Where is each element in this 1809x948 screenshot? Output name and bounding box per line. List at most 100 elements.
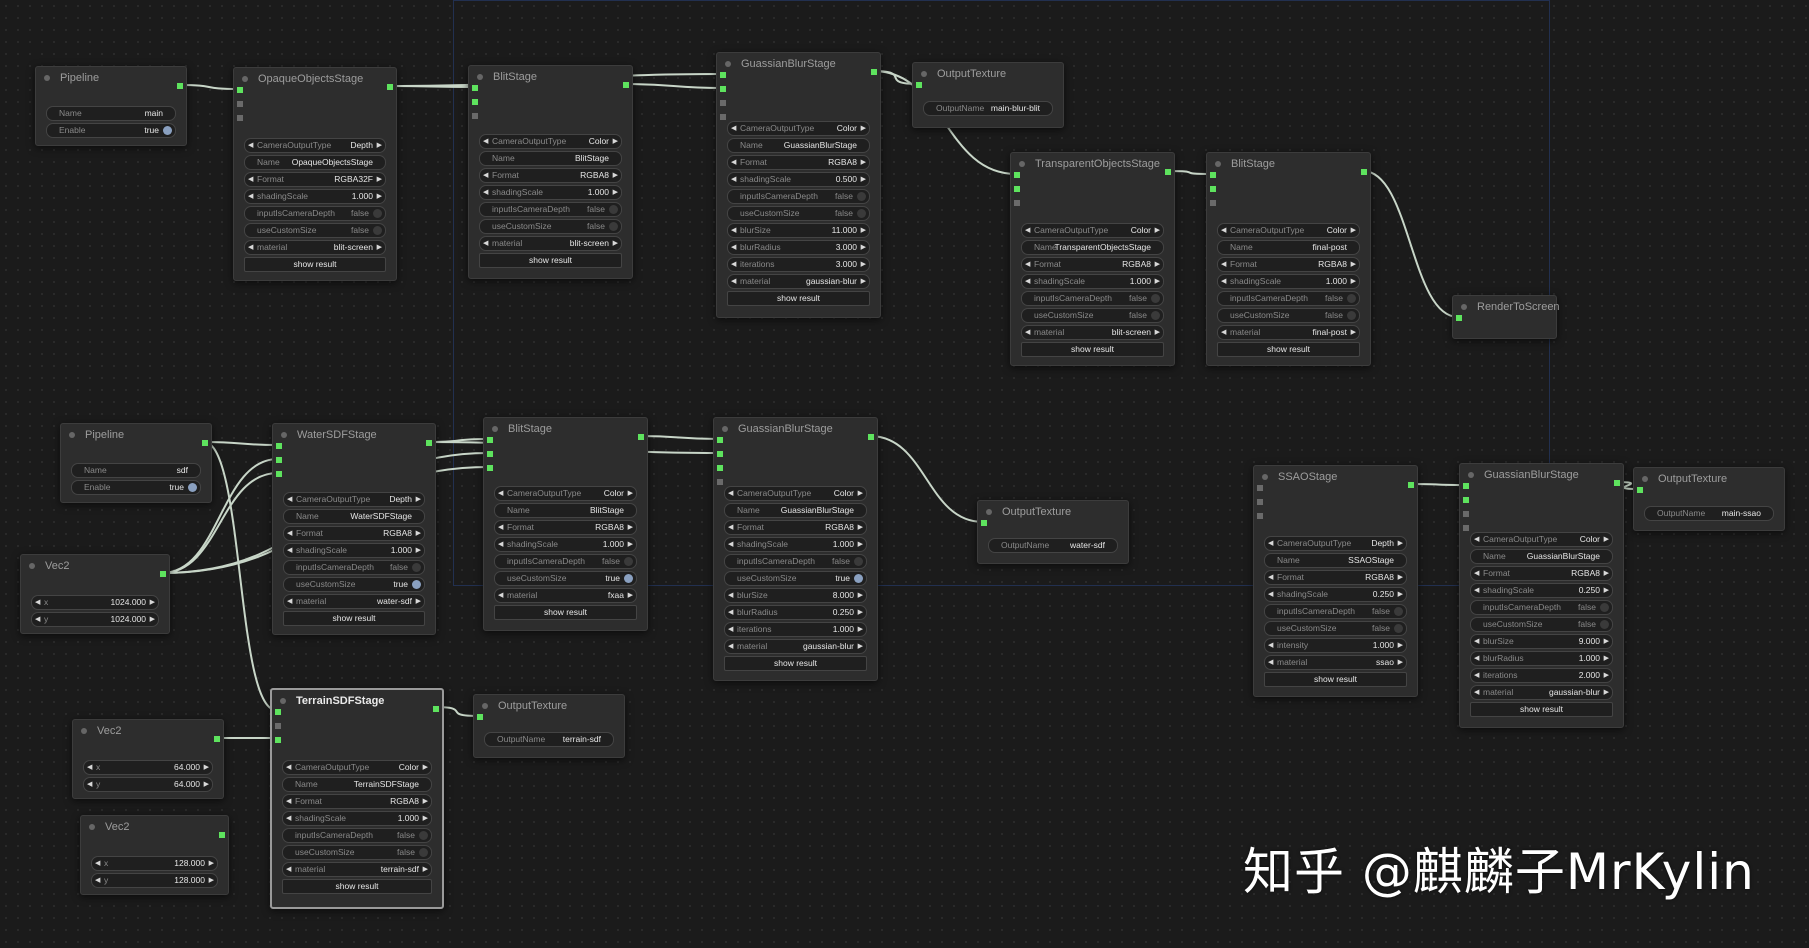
arrow-left-icon[interactable]: ◀ (731, 275, 736, 288)
format-combo[interactable]: ◀ Format RGBA32F ▶ (244, 172, 386, 187)
arrow-left-icon[interactable]: ◀ (728, 487, 733, 500)
arrow-left-icon[interactable]: ◀ (731, 224, 736, 237)
material-combo[interactable]: ◀ material ssao ▶ (1264, 655, 1407, 670)
arrow-right-icon[interactable]: ▶ (858, 589, 863, 602)
arrow-right-icon[interactable]: ▶ (1351, 326, 1356, 339)
output-slot[interactable] (871, 69, 877, 75)
arrow-right-icon[interactable]: ▶ (377, 190, 382, 203)
arrow-left-icon[interactable]: ◀ (248, 241, 253, 254)
input-is-camera-depth-toggle[interactable]: inputIsCameraDepth false (1217, 291, 1360, 306)
arrow-left-icon[interactable]: ◀ (1268, 639, 1273, 652)
node-title[interactable]: OpaqueObjectsStage (234, 68, 396, 90)
node-output-texture[interactable]: OutputTexture OutputName main-blur-blit (912, 62, 1064, 128)
shading-scale-number[interactable]: ◀ shadingScale 1.000 ▶ (494, 537, 637, 552)
arrow-left-icon[interactable]: ◀ (287, 595, 292, 608)
collapse-dot-icon[interactable] (69, 432, 75, 438)
arrow-right-icon[interactable]: ▶ (209, 874, 214, 887)
input-slot[interactable] (472, 113, 478, 119)
x-number[interactable]: ◀ x 128.000 ▶ (91, 856, 218, 871)
node-graph-canvas[interactable]: Pipeline Name main Enable true OpaqueObjectsS… (0, 0, 1809, 948)
collapse-dot-icon[interactable] (482, 703, 488, 709)
show-result-button[interactable]: show result (724, 656, 867, 671)
arrow-right-icon[interactable]: ▶ (861, 241, 866, 254)
link-wire[interactable] (1362, 170, 1459, 318)
node-output-texture[interactable]: OutputTexture OutputName water-sdf (977, 500, 1129, 564)
arrow-left-icon[interactable]: ◀ (1474, 635, 1479, 648)
arrow-left-icon[interactable]: ◀ (286, 795, 291, 808)
arrow-right-icon[interactable]: ▶ (416, 544, 421, 557)
node-title[interactable]: GuassianBlurStage (1460, 464, 1623, 486)
node-transparent-objects-stage[interactable]: TransparentObjectsStage ◀ CameraOutputType… (1010, 152, 1175, 366)
arrow-right-icon[interactable]: ▶ (628, 487, 633, 500)
shading-scale-number[interactable]: ◀ shadingScale 1.000 ▶ (724, 537, 867, 552)
input-is-camera-depth-toggle[interactable]: inputIsCameraDepth false (282, 828, 432, 843)
y-number[interactable]: ◀ y 64.000 ▶ (83, 777, 213, 792)
input-slot[interactable] (472, 85, 478, 91)
blur-radius-number[interactable]: ◀ blurRadius 1.000 ▶ (1470, 651, 1613, 666)
input-slot[interactable] (720, 86, 726, 92)
format-combo[interactable]: ◀ Format RGBA8 ▶ (1217, 257, 1360, 272)
input-slot[interactable] (1463, 511, 1469, 517)
output-slot[interactable] (1361, 169, 1367, 175)
shading-scale-number[interactable]: ◀ shadingScale 1.000 ▶ (1217, 274, 1360, 289)
node-title[interactable]: OutputTexture (913, 63, 1063, 85)
iterations-number[interactable]: ◀ iterations 1.000 ▶ (724, 622, 867, 637)
name-field[interactable]: Name GuassianBlurStage (724, 503, 867, 518)
collapse-dot-icon[interactable] (1642, 476, 1648, 482)
input-slot[interactable] (237, 115, 243, 121)
arrow-left-icon[interactable]: ◀ (728, 640, 733, 653)
format-combo[interactable]: ◀ Format RGBA8 ▶ (283, 526, 425, 541)
arrow-right-icon[interactable]: ▶ (1604, 567, 1609, 580)
arrow-right-icon[interactable]: ▶ (1604, 533, 1609, 546)
arrow-left-icon[interactable]: ◀ (286, 863, 291, 876)
arrow-left-icon[interactable]: ◀ (731, 122, 736, 135)
input-slot[interactable] (487, 451, 493, 457)
output-slot[interactable] (638, 434, 644, 440)
input-slot[interactable] (487, 437, 493, 443)
show-result-button[interactable]: show result (479, 253, 622, 268)
shading-scale-number[interactable]: ◀ shadingScale 1.000 ▶ (283, 543, 425, 558)
arrow-right-icon[interactable]: ▶ (1351, 275, 1356, 288)
link-wire[interactable] (203, 441, 277, 711)
output-name-field[interactable]: OutputName main-ssao (1644, 506, 1774, 521)
collapse-dot-icon[interactable] (280, 698, 286, 704)
output-slot[interactable] (1614, 480, 1620, 486)
name-field[interactable]: Name main (46, 106, 176, 121)
node-title[interactable]: WaterSDFStage (273, 424, 435, 446)
arrow-left-icon[interactable]: ◀ (1025, 326, 1030, 339)
node-vec2[interactable]: Vec2 ◀ x 64.000 ▶ ◀ y 64.000 ▶ (72, 719, 224, 799)
x-number[interactable]: ◀ x 64.000 ▶ (83, 760, 213, 775)
input-slot[interactable] (276, 457, 282, 463)
node-pipeline[interactable]: Pipeline Name main Enable true (35, 66, 187, 146)
camera-output-type-combo[interactable]: ◀ CameraOutputType Color ▶ (1217, 223, 1360, 238)
arrow-left-icon[interactable]: ◀ (1221, 326, 1226, 339)
arrow-left-icon[interactable]: ◀ (498, 521, 503, 534)
camera-output-type-combo[interactable]: ◀ CameraOutputType Color ▶ (727, 121, 870, 136)
iterations-number[interactable]: ◀ iterations 3.000 ▶ (727, 257, 870, 272)
collapse-dot-icon[interactable] (44, 75, 50, 81)
format-combo[interactable]: ◀ Format RGBA8 ▶ (1264, 570, 1407, 585)
input-slot[interactable] (720, 100, 726, 106)
input-slot[interactable] (1014, 186, 1020, 192)
input-slot[interactable] (1463, 525, 1469, 531)
arrow-left-icon[interactable]: ◀ (286, 812, 291, 825)
link-wire[interactable] (178, 84, 240, 90)
input-slot[interactable] (720, 72, 726, 78)
enable-toggle[interactable]: Enable true (46, 123, 176, 138)
show-result-button[interactable]: show result (244, 257, 386, 272)
collapse-dot-icon[interactable] (492, 426, 498, 432)
node-guassian-blur-stage[interactable]: GuassianBlurStage ◀ CameraOutputType Color ▶… (1459, 463, 1624, 728)
node-vec2[interactable]: Vec2 ◀ x 1024.000 ▶ ◀ y 1024.000 ▶ (20, 554, 170, 634)
output-slot[interactable] (160, 571, 166, 577)
name-field[interactable]: Name TransparentObjectsStage (1021, 240, 1164, 255)
camera-output-type-combo[interactable]: ◀ CameraOutputType Color ▶ (494, 486, 637, 501)
input-slot[interactable] (275, 737, 281, 743)
arrow-right-icon[interactable]: ▶ (858, 487, 863, 500)
collapse-dot-icon[interactable] (921, 71, 927, 77)
camera-output-type-combo[interactable]: ◀ CameraOutputType Color ▶ (724, 486, 867, 501)
arrow-left-icon[interactable]: ◀ (731, 258, 736, 271)
arrow-left-icon[interactable]: ◀ (1474, 584, 1479, 597)
arrow-left-icon[interactable]: ◀ (731, 173, 736, 186)
show-result-button[interactable]: show result (283, 611, 425, 626)
node-guassian-blur-stage[interactable]: GuassianBlurStage ◀ CameraOutputType Color ▶… (716, 52, 881, 318)
